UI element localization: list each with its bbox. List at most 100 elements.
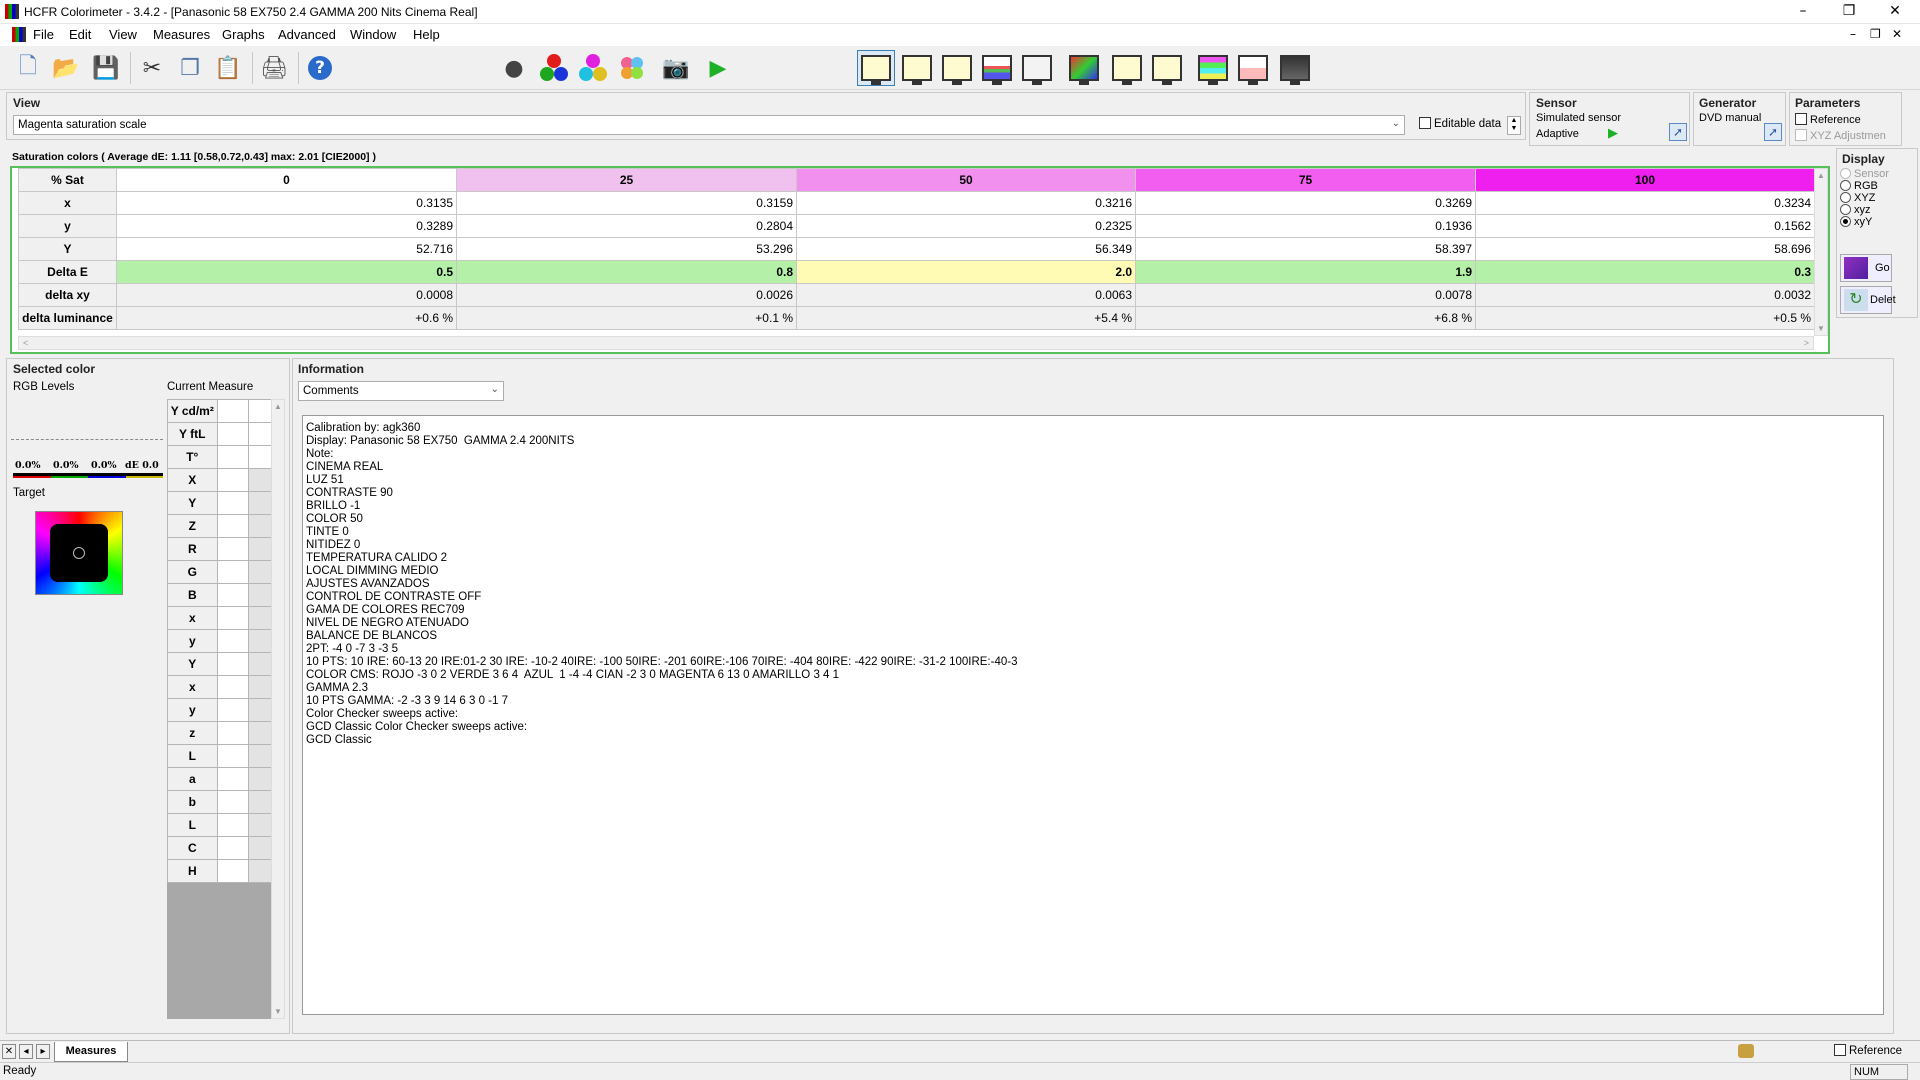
table-cell[interactable]: 0.8 — [456, 260, 797, 284]
menu-view[interactable]: View — [109, 27, 137, 42]
table-cell[interactable]: 0.3234 — [1475, 191, 1815, 215]
graph-view-saturation-button[interactable] — [1194, 50, 1232, 86]
view-dropdown[interactable]: Magenta saturation scale ⌄ — [13, 115, 1405, 135]
calibration-icon[interactable] — [1738, 1044, 1754, 1058]
table-cell[interactable]: +0.5 % — [1475, 306, 1815, 330]
table-cell[interactable]: 56.349 — [796, 237, 1136, 261]
column-header-75[interactable]: 75 — [1135, 168, 1476, 192]
table-cell[interactable]: 0.1936 — [1135, 214, 1476, 238]
mdi-minimize-button[interactable]: – — [1850, 27, 1856, 41]
table-cell[interactable]: 1.9 — [1135, 260, 1476, 284]
new-file-icon[interactable]: 🗋 — [12, 52, 44, 84]
view-spinner[interactable]: ▲ ▼ — [1507, 116, 1521, 135]
restore-button[interactable]: ❐ — [1826, 0, 1872, 24]
graph-view-near-black-button[interactable] — [1108, 50, 1146, 86]
measure-secondaries-icon[interactable] — [577, 52, 609, 84]
graph-view-cie-button[interactable] — [1065, 50, 1103, 86]
display-option-xyz[interactable]: XYZ — [1840, 192, 1889, 204]
tab-close-icon[interactable]: ✕ — [2, 1044, 16, 1059]
table-cell[interactable]: +5.4 % — [796, 306, 1136, 330]
table-cell[interactable]: 0.2804 — [456, 214, 797, 238]
table-cell[interactable]: 0.3216 — [796, 191, 1136, 215]
display-option-sensor[interactable]: Sensor — [1840, 168, 1889, 180]
delete-button[interactable]: ↻ Delet — [1840, 286, 1896, 314]
table-cell[interactable]: 0.0026 — [456, 283, 797, 307]
open-folder-icon[interactable]: 📂 — [50, 52, 82, 84]
measure-grayscale-icon[interactable]: ● — [498, 52, 530, 84]
menu-help[interactable]: Help — [413, 27, 440, 42]
paste-icon[interactable]: 📋 — [212, 52, 244, 84]
table-cell[interactable]: 0.0078 — [1135, 283, 1476, 307]
play-measure-icon[interactable]: ▶ — [702, 52, 734, 84]
go-button[interactable]: Go — [1840, 254, 1892, 282]
camera-icon[interactable]: 📷 — [660, 52, 692, 84]
display-option-xyy[interactable]: xyY — [1840, 216, 1889, 228]
save-icon[interactable]: 💾 — [90, 52, 122, 84]
editable-data-checkbox[interactable]: Editable data — [1419, 117, 1501, 130]
menu-graphs[interactable]: Graphs — [222, 27, 265, 42]
play-icon[interactable]: ▶ — [1608, 125, 1618, 141]
menu-advanced[interactable]: Advanced — [278, 27, 336, 42]
column-header-25[interactable]: 25 — [456, 168, 797, 192]
help-icon[interactable]: ? — [304, 52, 336, 84]
reference-checkbox[interactable]: Reference — [1795, 113, 1861, 126]
table-cell[interactable]: 0.3135 — [116, 191, 457, 215]
cut-icon[interactable]: ✂ — [136, 52, 168, 84]
graph-view-delta-e-button[interactable] — [1234, 50, 1272, 86]
bottom-reference-checkbox[interactable]: Reference — [1834, 1044, 1902, 1057]
table-cell[interactable]: +0.6 % — [116, 306, 457, 330]
display-option-rgb[interactable]: RGB — [1840, 180, 1889, 192]
tab-prev-icon[interactable]: ◂ — [19, 1044, 33, 1059]
menu-file[interactable]: File — [33, 27, 54, 42]
measure-label: x — [167, 675, 218, 699]
menu-edit[interactable]: Edit — [69, 27, 91, 42]
table-cell[interactable]: 0.3159 — [456, 191, 797, 215]
table-cell[interactable]: 52.716 — [116, 237, 457, 261]
table-cell[interactable]: +6.8 % — [1135, 306, 1476, 330]
table-cell[interactable]: 53.296 — [456, 237, 797, 261]
table-cell[interactable]: 0.0032 — [1475, 283, 1815, 307]
column-header-100[interactable]: 100 — [1475, 168, 1815, 192]
horizontal-scrollbar[interactable]: < > — [18, 336, 1814, 350]
graph-view-near-white-button[interactable] — [1148, 50, 1186, 86]
close-button[interactable]: ✕ — [1872, 0, 1918, 24]
graph-view-gamma-button[interactable] — [938, 50, 976, 86]
table-cell[interactable]: 0.2325 — [796, 214, 1136, 238]
measure-colorchecker-icon[interactable] — [616, 52, 648, 84]
table-cell[interactable]: 58.397 — [1135, 237, 1476, 261]
menu-measures[interactable]: Measures — [153, 27, 210, 42]
column-header-50[interactable]: 50 — [796, 168, 1136, 192]
graph-view-temperature-button[interactable] — [1018, 50, 1056, 86]
measure-scrollbar[interactable]: ▲ ▼ — [271, 399, 285, 1019]
mdi-close-button[interactable]: ✕ — [1892, 27, 1902, 41]
table-cell[interactable]: 0.0008 — [116, 283, 457, 307]
minimize-button[interactable]: – — [1780, 0, 1826, 24]
tab-measures[interactable]: Measures — [54, 1042, 128, 1062]
graph-view-measures-button[interactable] — [1276, 50, 1314, 86]
vertical-scrollbar[interactable]: ▲ ▼ — [1814, 168, 1828, 336]
table-cell[interactable]: 0.3 — [1475, 260, 1815, 284]
table-cell[interactable]: 0.0063 — [796, 283, 1136, 307]
table-cell[interactable]: +0.1 % — [456, 306, 797, 330]
graph-view-main-button[interactable] — [857, 50, 895, 86]
column-header-0[interactable]: 0 — [116, 168, 457, 192]
copy-icon[interactable]: ❐ — [174, 52, 206, 84]
graph-view-luminance-button[interactable] — [898, 50, 936, 86]
menu-window[interactable]: Window — [350, 27, 396, 42]
table-cell[interactable]: 0.3269 — [1135, 191, 1476, 215]
generator-config-icon[interactable]: ➚ — [1764, 123, 1782, 141]
tab-next-icon[interactable]: ▸ — [36, 1044, 50, 1059]
table-cell[interactable]: 0.5 — [116, 260, 457, 284]
table-cell[interactable]: 0.1562 — [1475, 214, 1815, 238]
table-cell[interactable]: 58.696 — [1475, 237, 1815, 261]
sensor-config-icon[interactable]: ➚ — [1669, 123, 1687, 141]
comments-textarea[interactable]: Calibration by: agk360 Display: Panasonic… — [302, 415, 1884, 1015]
mdi-restore-button[interactable]: ❐ — [1870, 27, 1881, 41]
print-icon[interactable]: 🖨 — [258, 52, 290, 84]
information-dropdown[interactable]: Comments ⌄ — [298, 381, 504, 401]
measure-primaries-icon[interactable] — [538, 52, 570, 84]
graph-view-rgb-button[interactable] — [978, 50, 1016, 86]
table-cell[interactable]: 2.0 — [796, 260, 1136, 284]
table-cell[interactable]: 0.3289 — [116, 214, 457, 238]
display-option-xyz[interactable]: xyz — [1840, 204, 1889, 216]
